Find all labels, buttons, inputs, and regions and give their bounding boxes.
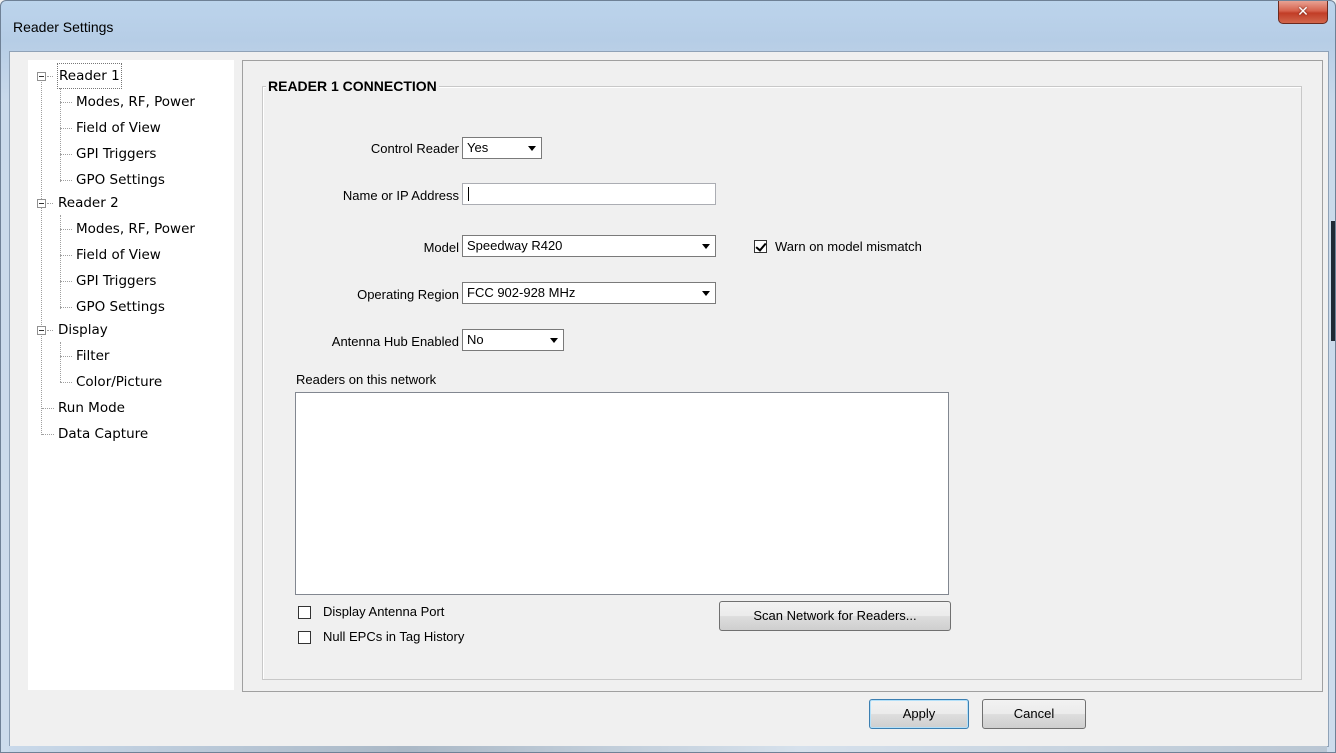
tree-connector [60,307,72,308]
tree-item-display[interactable]: Display [28,318,234,342]
null-epcs-label: Null EPCs in Tag History [323,629,465,644]
tree-label: Color/Picture [76,374,163,390]
tree-connector [60,356,72,357]
tree-connector [60,255,72,256]
name-ip-input[interactable] [462,183,716,205]
operating-region-value: FCC 902-928 MHz [467,285,576,300]
window-title: Reader Settings [13,19,114,35]
reader-settings-window: Reader Settings ✕ Reader 1 Modes, RF, Po… [0,0,1336,753]
tree-connector [60,88,61,182]
display-antenna-port-label: Display Antenna Port [323,604,445,619]
tree-label: Modes, RF, Power [76,221,195,237]
tree-label: Data Capture [58,426,149,442]
chevron-down-icon[interactable] [546,331,562,349]
model-select[interactable]: Speedway R420 [462,235,716,257]
cancel-button[interactable]: Cancel [982,699,1086,729]
tree-connector [60,102,72,103]
tree-label: Reader 2 [58,195,119,211]
settings-tree[interactable]: Reader 1 Modes, RF, Power Field of View … [28,60,234,690]
tree-item-gpo-settings[interactable]: GPO Settings [28,168,234,192]
text-caret [468,187,469,201]
operating-region-select[interactable]: FCC 902-928 MHz [462,282,716,304]
tree-label: Reader 1 [57,63,122,89]
name-ip-label: Name or IP Address [342,188,459,203]
antenna-hub-label: Antenna Hub Enabled [331,334,459,349]
close-button[interactable]: ✕ [1278,1,1328,24]
tree-label: GPI Triggers [76,146,157,162]
antenna-hub-select[interactable]: No [462,329,564,351]
tree-label: Modes, RF, Power [76,94,195,110]
null-epcs-checkbox[interactable] [298,631,311,644]
tree-label: GPO Settings [76,299,165,315]
tree-item-field-of-view[interactable]: Field of View [28,243,234,267]
readers-listbox[interactable] [295,392,949,595]
tree-label: Field of View [76,247,161,263]
tree-label: Filter [76,348,110,364]
tree-label: GPI Triggers [76,273,157,289]
tree-item-field-of-view[interactable]: Field of View [28,116,234,140]
tree-connector [47,203,53,204]
tree-item-run-mode[interactable]: Run Mode [28,396,234,420]
chevron-down-icon[interactable] [698,237,714,255]
warn-mismatch-label: Warn on model mismatch [775,239,922,254]
model-label: Model [423,240,459,255]
tree-connector [47,76,53,77]
tree-connector [60,215,61,309]
dialog-client-area: Reader 1 Modes, RF, Power Field of View … [9,51,1329,747]
collapse-icon[interactable] [37,72,46,81]
tree-connector [60,128,72,129]
tree-connector [42,434,54,435]
chevron-down-icon[interactable] [524,139,540,157]
tree-item-gpo-settings[interactable]: GPO Settings [28,295,234,319]
reader-connection-panel: READER 1 CONNECTION Control Reader Yes N… [242,60,1323,692]
tree-label: Display [58,322,108,338]
tree-connector [42,408,54,409]
group-title: READER 1 CONNECTION [266,78,439,94]
collapse-icon[interactable] [37,199,46,208]
control-reader-value: Yes [467,140,489,155]
tree-connector [60,229,72,230]
operating-region-label: Operating Region [357,287,459,302]
scan-network-button[interactable]: Scan Network for Readers... [719,601,951,631]
title-bar[interactable]: Reader Settings ✕ [1,1,1335,51]
display-antenna-port-checkbox[interactable] [298,606,311,619]
tree-item-color-picture[interactable]: Color/Picture [28,370,234,394]
apply-button[interactable]: Apply [869,699,969,729]
tree-connector [60,382,72,383]
readers-list-label: Readers on this network [296,372,437,387]
tree-connector [60,154,72,155]
tree-item-modes-rf-power[interactable]: Modes, RF, Power [28,90,234,114]
window-right-edge [1331,221,1335,341]
tree-item-reader-2[interactable]: Reader 2 [28,191,234,215]
warn-mismatch-checkbox[interactable] [754,240,767,253]
tree-connector [47,330,53,331]
control-reader-select[interactable]: Yes [462,137,542,159]
tree-item-gpi-triggers[interactable]: GPI Triggers [28,269,234,293]
tree-label: Run Mode [58,400,125,416]
chevron-down-icon[interactable] [698,284,714,302]
control-reader-label: Control Reader [370,141,459,156]
model-value: Speedway R420 [467,238,563,253]
tree-connector [60,180,72,181]
tree-item-gpi-triggers[interactable]: GPI Triggers [28,142,234,166]
tree-connector [60,342,61,382]
tree-item-filter[interactable]: Filter [28,344,234,368]
window-bottom-border [9,746,1327,752]
tree-label: GPO Settings [76,172,165,188]
tree-connector [60,281,72,282]
tree-item-reader-1[interactable]: Reader 1 [28,63,234,89]
close-icon: ✕ [1297,4,1309,20]
collapse-icon[interactable] [37,326,46,335]
tree-label: Field of View [76,120,161,136]
antenna-hub-value: No [467,332,484,347]
tree-item-modes-rf-power[interactable]: Modes, RF, Power [28,217,234,241]
tree-item-data-capture[interactable]: Data Capture [28,422,234,446]
